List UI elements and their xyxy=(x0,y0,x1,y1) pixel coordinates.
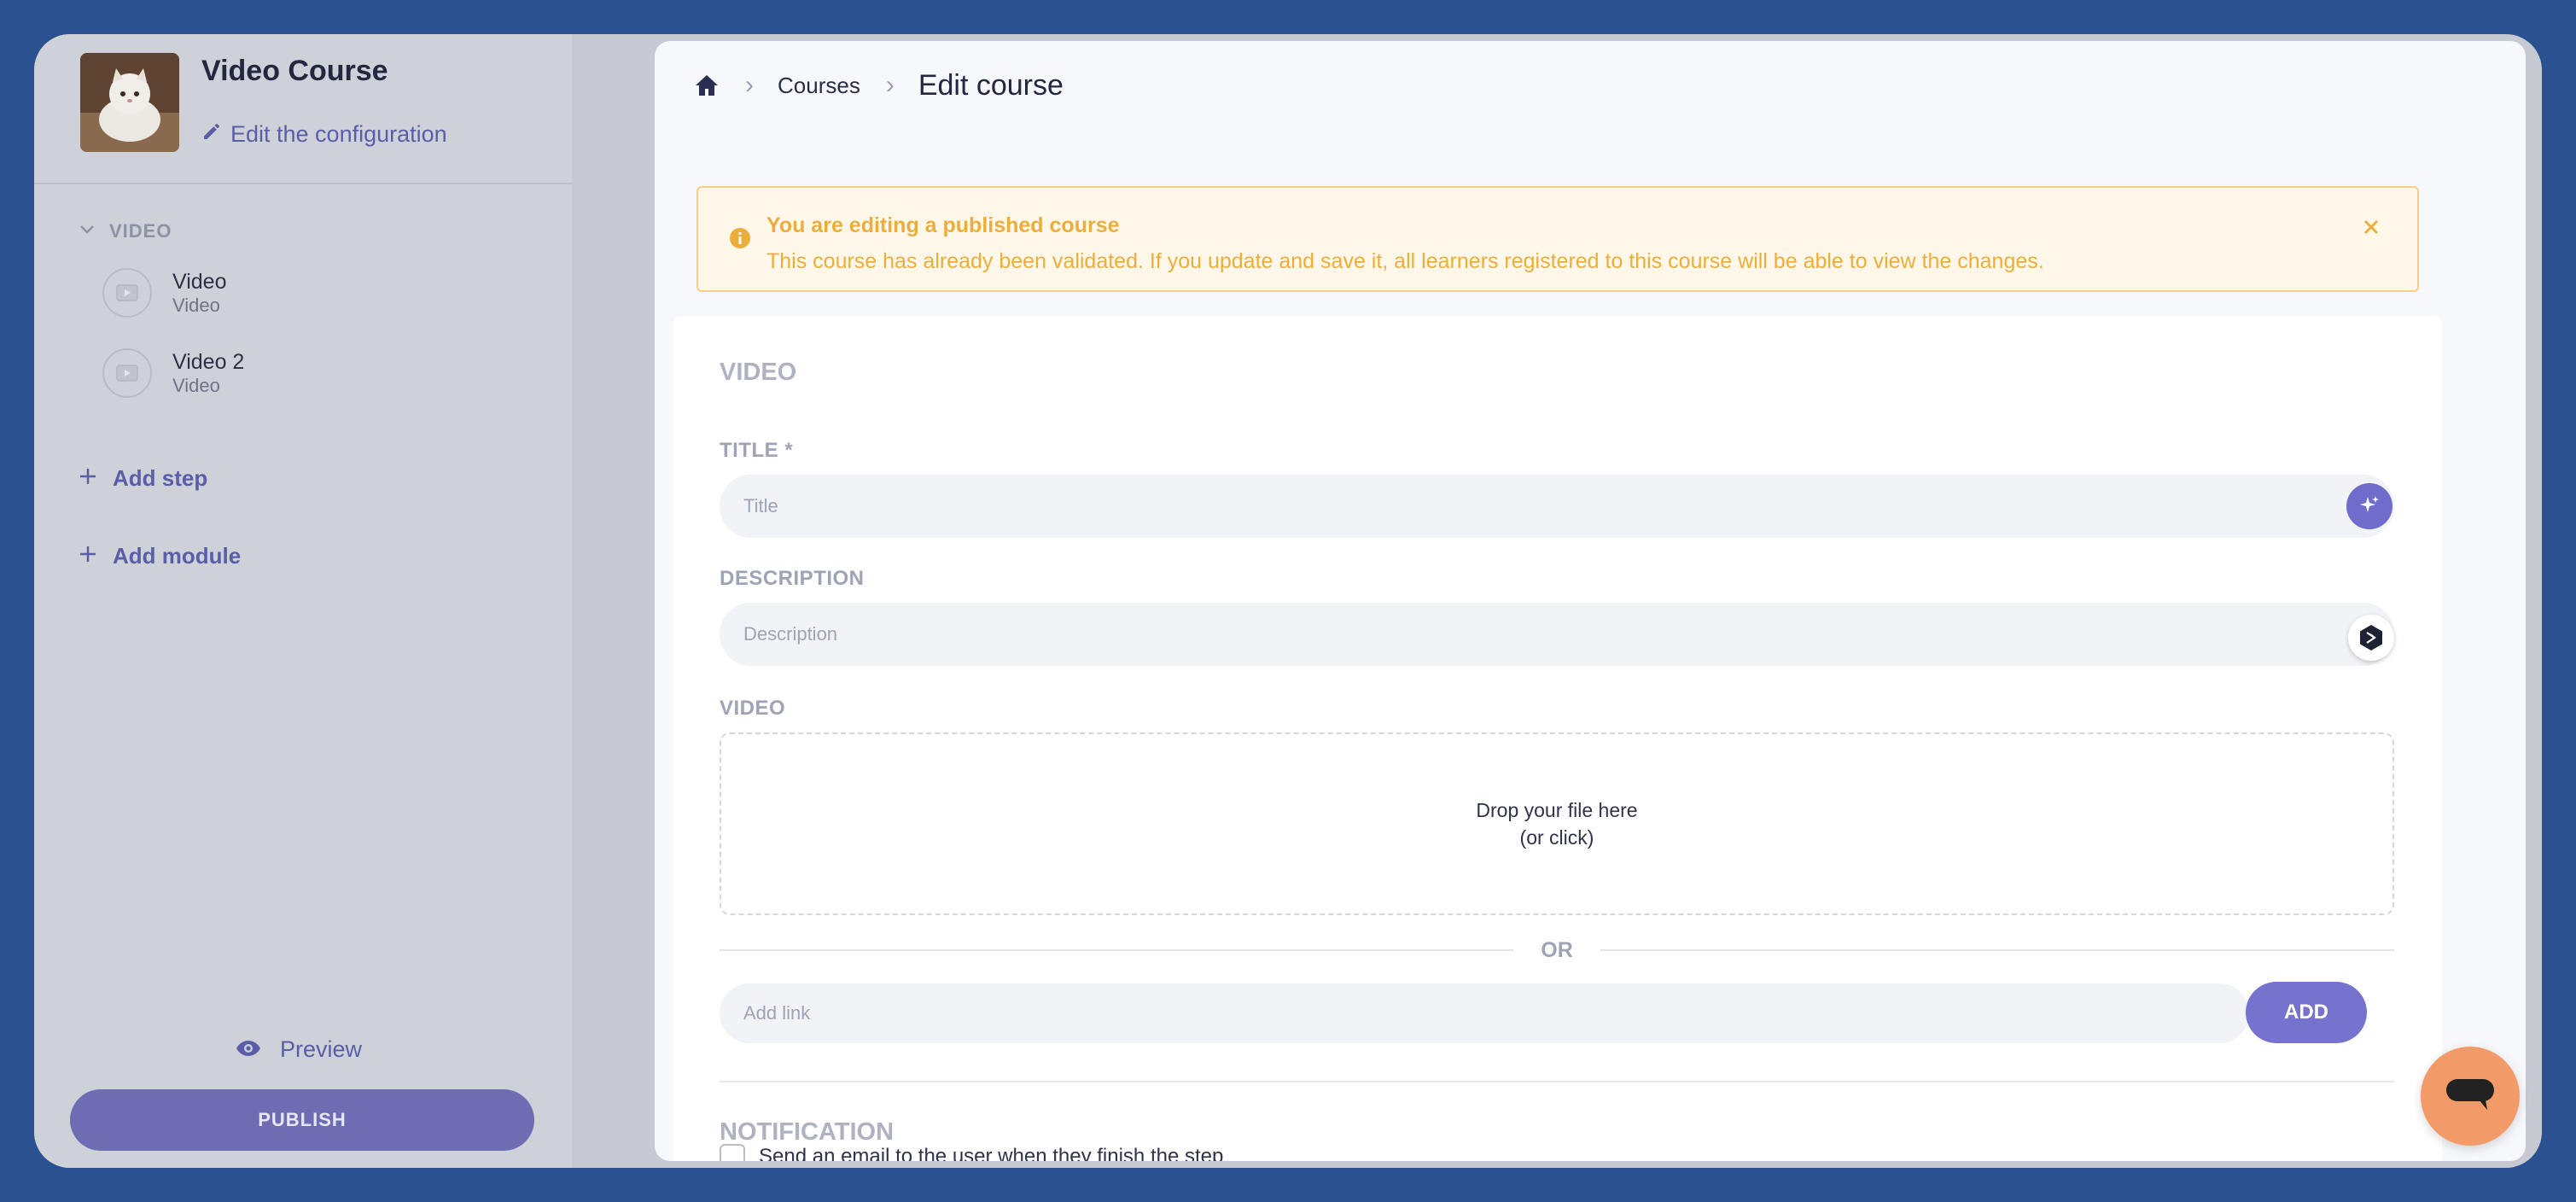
publish-button[interactable]: PUBLISH xyxy=(70,1089,534,1151)
title-input[interactable] xyxy=(720,475,2394,538)
edit-configuration-label: Edit the configuration xyxy=(230,121,447,147)
breadcrumb: › Courses › Edit course xyxy=(694,65,1064,106)
video-step-icon xyxy=(102,268,152,318)
video-dropzone[interactable]: Drop your file here (or click) xyxy=(720,732,2394,915)
edit-configuration-link[interactable]: Edit the configuration xyxy=(201,121,447,148)
main-panel: › Courses › Edit course You are editing … xyxy=(655,41,2526,1161)
sidebar-step-video[interactable]: Video Video xyxy=(102,268,227,318)
sidebar: Video Course Edit the configuration VIDE… xyxy=(34,34,572,1168)
add-step-label: Add step xyxy=(113,465,208,491)
ai-sparkle-button[interactable] xyxy=(2346,483,2392,529)
preview-label: Preview xyxy=(280,1036,363,1062)
module-label: VIDEO xyxy=(109,220,172,242)
dropzone-hint: (or click) xyxy=(1519,826,1594,849)
warning-title: You are editing a published course xyxy=(766,213,1120,237)
page-title: Edit course xyxy=(918,68,1064,102)
chat-support-button[interactable] xyxy=(2421,1047,2520,1146)
course-header: Video Course Edit the configuration xyxy=(34,34,572,184)
description-input[interactable] xyxy=(720,603,2394,666)
description-label: DESCRIPTION xyxy=(720,567,865,590)
plus-icon xyxy=(79,465,97,492)
assistant-icon[interactable] xyxy=(2348,615,2394,661)
divider-line xyxy=(720,949,1514,951)
notify-email-label: Send an email to the user when they fini… xyxy=(759,1145,1224,1161)
published-course-warning: You are editing a published course This … xyxy=(696,186,2419,292)
home-icon[interactable] xyxy=(694,73,720,97)
breadcrumb-separator-icon: › xyxy=(745,71,754,99)
add-module-button[interactable]: Add module xyxy=(79,543,241,569)
or-separator: OR xyxy=(720,937,2394,963)
module-toggle[interactable]: VIDEO xyxy=(79,220,172,242)
breadcrumb-separator-icon: › xyxy=(885,71,895,99)
app-window: Video Course Edit the configuration VIDE… xyxy=(34,34,2542,1168)
sidebar-step-video-2[interactable]: Video 2 Video xyxy=(102,348,244,398)
course-thumbnail xyxy=(80,53,179,152)
step-type: Video xyxy=(172,295,220,316)
course-title: Video Course xyxy=(201,55,388,87)
add-module-label: Add module xyxy=(113,543,242,569)
video-step-icon xyxy=(102,348,152,398)
step-type: Video xyxy=(172,375,220,396)
video-label: VIDEO xyxy=(720,697,786,720)
add-step-button[interactable]: Add step xyxy=(79,465,207,492)
add-link-button[interactable]: ADD xyxy=(2246,982,2367,1043)
plus-icon xyxy=(79,543,97,569)
breadcrumb-courses-link[interactable]: Courses xyxy=(778,73,860,99)
step-title: Video 2 xyxy=(172,350,245,374)
step-form-card: VIDEO TITLE * DESCRIPTION VIDEO Drop you… xyxy=(673,316,2442,1161)
divider-line xyxy=(1600,949,2394,951)
notify-email-option: Send an email to the user when they fini… xyxy=(720,1144,1223,1161)
notify-email-checkbox[interactable] xyxy=(720,1144,745,1161)
notification-title: NOTIFICATION xyxy=(720,1118,895,1146)
section-divider xyxy=(720,1081,2394,1082)
eye-icon xyxy=(236,1036,261,1063)
pencil-icon xyxy=(201,121,222,148)
warning-message: This course has already been validated. … xyxy=(766,249,2044,273)
step-title: Video xyxy=(172,270,227,294)
chevron-down-icon xyxy=(79,220,96,242)
preview-button[interactable]: Preview xyxy=(236,1036,362,1063)
section-title-video: VIDEO xyxy=(720,359,797,386)
close-icon[interactable] xyxy=(2357,213,2385,241)
video-link-input[interactable] xyxy=(720,983,2249,1043)
chat-icon xyxy=(2445,1076,2496,1117)
info-icon xyxy=(729,227,751,254)
or-label: OR xyxy=(1541,937,1573,962)
dropzone-text: Drop your file here xyxy=(1476,799,1638,821)
title-label: TITLE * xyxy=(720,439,794,462)
